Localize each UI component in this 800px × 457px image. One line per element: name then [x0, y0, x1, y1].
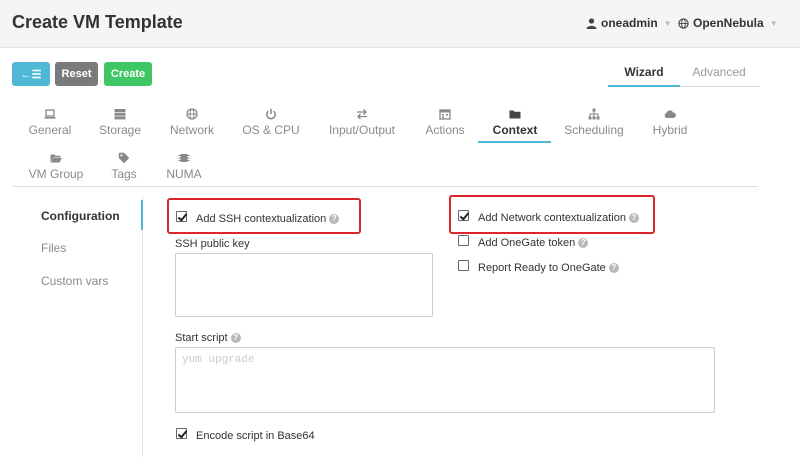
help-icon[interactable]: ? [230, 333, 241, 344]
zone-name: OpenNebula [693, 16, 764, 30]
sidebar-item-configuration[interactable]: Configuration [41, 209, 120, 223]
page-title: Create VM Template [12, 12, 183, 32]
folder-icon [509, 110, 521, 119]
ssh-contextualization-checkbox[interactable] [176, 211, 187, 222]
user-menu[interactable]: oneadmin ▼ [586, 16, 672, 30]
tabs-divider [12, 186, 758, 187]
server-icon [114, 109, 126, 120]
onegate-token-label: Add OneGate token? [478, 237, 589, 249]
ssh-contextualization-text: Add SSH contextualization [196, 213, 327, 225]
start-script-label: Start script? [175, 332, 241, 344]
create-button[interactable]: Create [104, 62, 152, 86]
mode-tabs: Wizard Advanced [608, 65, 760, 87]
tab-storage[interactable]: Storage [96, 108, 144, 137]
help-icon[interactable]: ? [628, 213, 639, 224]
tab-network[interactable]: Network [166, 108, 218, 137]
start-script-input[interactable] [175, 347, 715, 413]
network-contextualization-checkbox[interactable] [458, 210, 469, 221]
globe-icon [678, 17, 689, 29]
sidebar-divider [142, 196, 143, 457]
help-icon[interactable]: ? [329, 214, 340, 225]
sidebar-active-indicator [141, 200, 143, 230]
user-name: oneadmin [601, 16, 658, 30]
chevron-down-icon: ▼ [769, 18, 778, 28]
tab-label: NUMA [166, 167, 202, 181]
page-header: Create VM Template oneadmin ▼ OpenNebula… [0, 0, 800, 48]
tab-label: Scheduling [564, 123, 624, 137]
reset-button[interactable]: Reset [55, 62, 98, 86]
help-icon[interactable]: ? [578, 238, 589, 249]
tag-icon [118, 152, 130, 164]
tab-hybrid[interactable]: Hybrid [646, 108, 694, 137]
tab-label: Actions [425, 123, 465, 137]
zone-menu[interactable]: OpenNebula ▼ [678, 16, 778, 30]
onegate-token-text: Add OneGate token [478, 237, 576, 249]
tab-label: General [28, 123, 72, 137]
report-ready-checkbox[interactable] [458, 260, 469, 271]
tab-label: Input/Output [328, 123, 396, 137]
tab-label: Hybrid [652, 123, 688, 137]
tab-advanced[interactable]: Advanced [680, 65, 758, 87]
ssh-contextualization-label: Add SSH contextualization? [196, 213, 340, 225]
tab-label: Storage [98, 123, 142, 137]
encode-base64-label: Encode script in Base64 [196, 430, 315, 442]
tab-tags[interactable]: Tags [104, 152, 144, 181]
tab-numa[interactable]: NUMA [162, 152, 206, 181]
tab-label: OS & CPU [242, 123, 300, 137]
sidebar-item-custom-vars[interactable]: Custom vars [41, 274, 108, 288]
ssh-public-key-label: SSH public key [175, 238, 250, 250]
folder-open-icon [50, 154, 62, 163]
chip-icon [178, 154, 190, 162]
tab-actions[interactable]: Actions [420, 108, 470, 137]
tab-vm-group[interactable]: VM Group [26, 152, 86, 181]
globe-icon [186, 108, 198, 120]
user-icon [586, 17, 597, 29]
back-button[interactable]: ←☰ [12, 62, 50, 86]
tab-label: Context [492, 123, 538, 137]
laptop-icon [44, 109, 56, 119]
help-icon[interactable]: ? [608, 263, 619, 274]
encode-base64-checkbox[interactable] [176, 428, 187, 439]
tab-label: Tags [111, 167, 137, 181]
tab-input-output[interactable]: Input/Output [324, 108, 400, 137]
report-ready-text: Report Ready to OneGate [478, 262, 606, 274]
exchange-icon [357, 109, 367, 120]
tab-scheduling[interactable]: Scheduling [562, 108, 626, 137]
back-list-icon: ←☰ [20, 68, 42, 81]
tab-wizard[interactable]: Wizard [608, 65, 680, 87]
onegate-token-checkbox[interactable] [458, 235, 469, 246]
tab-label: Network [169, 123, 214, 137]
ssh-public-key-input[interactable] [175, 253, 433, 317]
network-contextualization-label: Add Network contextualization? [478, 212, 639, 224]
report-ready-label: Report Ready to OneGate? [478, 262, 619, 274]
tab-context[interactable]: Context [486, 108, 544, 137]
active-tab-indicator [478, 141, 551, 143]
cloud-icon [664, 110, 676, 118]
tab-os-cpu[interactable]: OS & CPU [241, 108, 301, 137]
power-icon [266, 108, 276, 120]
sitemap-icon [588, 108, 600, 120]
tab-general[interactable]: General [26, 108, 74, 137]
calendar-icon [439, 109, 451, 120]
network-contextualization-text: Add Network contextualization [478, 212, 626, 224]
tab-label: VM Group [28, 167, 84, 181]
start-script-text: Start script [175, 332, 228, 344]
chevron-down-icon: ▼ [663, 18, 672, 28]
sidebar-item-files[interactable]: Files [41, 241, 66, 255]
